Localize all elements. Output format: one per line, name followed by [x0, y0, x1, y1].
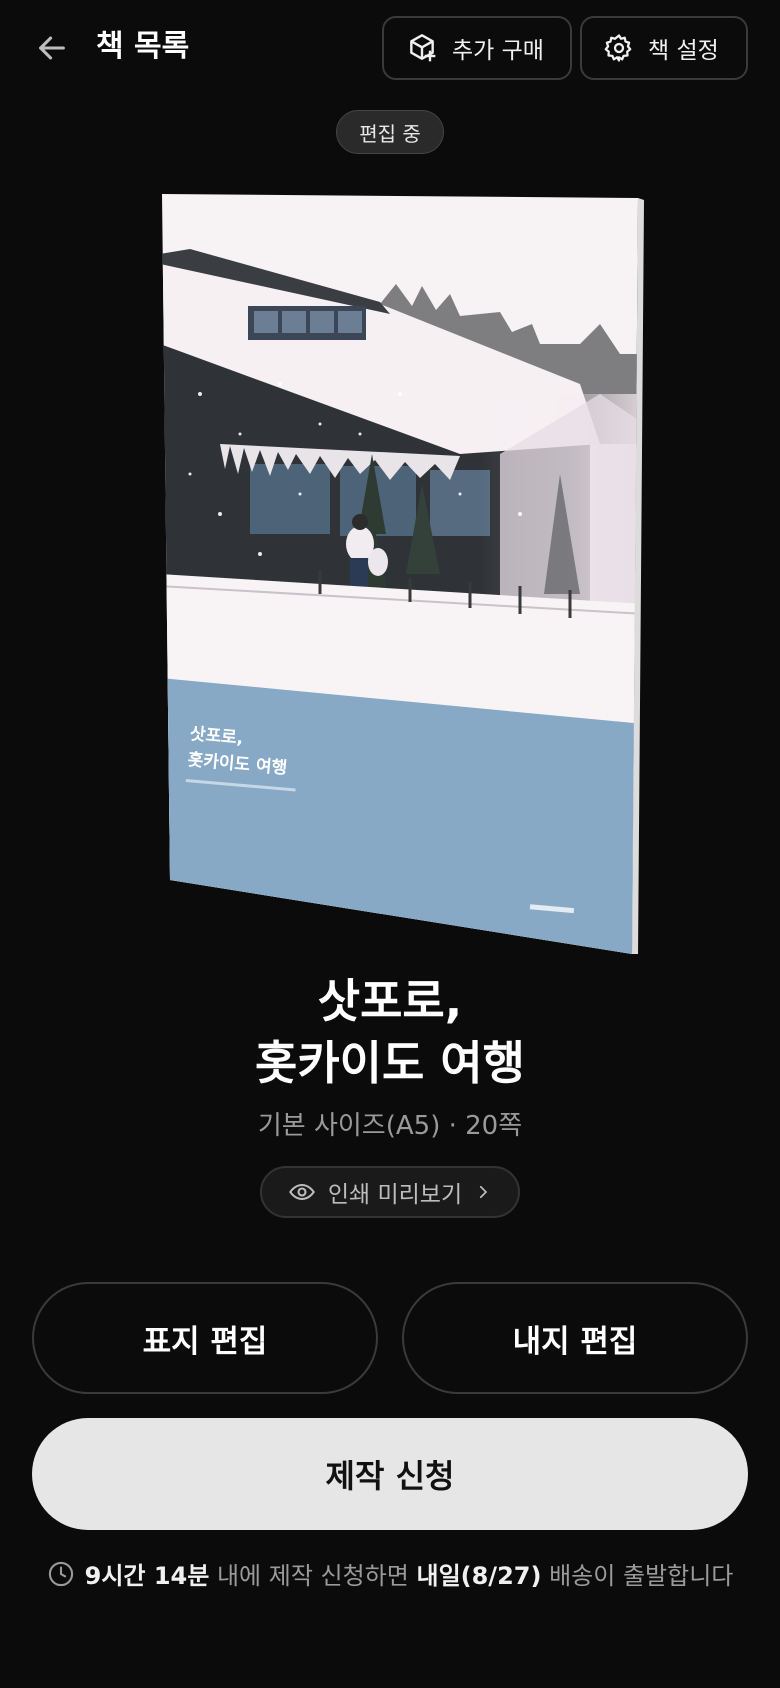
book-title: 삿포로, 홋카이도 여행: [0, 970, 780, 1094]
buy-more-button[interactable]: 추가 구매: [382, 16, 572, 80]
eye-icon: [288, 1183, 315, 1201]
notice-date: 내일(8/27): [416, 1562, 542, 1590]
notice-mid: 내에 제작 신청하면: [209, 1562, 417, 1590]
cover-edit-label: 표지 편집: [142, 1323, 268, 1360]
inner-edit-button[interactable]: 내지 편집: [402, 1282, 748, 1394]
back-button[interactable]: [28, 24, 76, 72]
submit-production-label: 제작 신청: [325, 1457, 455, 1495]
status-badge: 편집 중: [336, 110, 444, 154]
book-meta: 기본 사이즈(A5) · 20쪽: [257, 1111, 523, 1141]
print-preview-label: 인쇄 미리보기: [327, 1182, 463, 1208]
inner-edit-label: 내지 편집: [512, 1323, 638, 1360]
notice-end: 배송이 출발합니다: [541, 1562, 734, 1590]
clock-icon: [48, 1561, 73, 1586]
book-title-line2: 홋카이도 여행: [255, 1036, 525, 1090]
chevron-right-icon: [480, 1185, 488, 1199]
book-settings-button[interactable]: 책 설정: [580, 16, 748, 80]
arrow-left-icon: [39, 36, 65, 60]
book-settings-label: 책 설정: [648, 38, 719, 64]
top-bar: 책 목록 추가 구매 책 설정: [0, 0, 780, 96]
box-plus-icon: [410, 34, 436, 62]
submit-production-button[interactable]: 제작 신청: [32, 1418, 748, 1530]
book-title-line1: 삿포로,: [317, 974, 463, 1028]
buy-more-label: 추가 구매: [452, 38, 544, 64]
cover-edit-button[interactable]: 표지 편집: [32, 1282, 378, 1394]
gear-icon: [604, 34, 632, 62]
book-cover: 삿포로, 홋카이도 여행: [160, 194, 644, 954]
delivery-notice: 9시간 14분 내에 제작 신청하면 내일(8/27) 배송이 출발합니다: [0, 1556, 780, 1591]
page-title: 책 목록: [96, 29, 190, 64]
print-preview-button[interactable]: 인쇄 미리보기: [260, 1166, 520, 1218]
notice-time: 9시간 14분: [84, 1562, 210, 1590]
